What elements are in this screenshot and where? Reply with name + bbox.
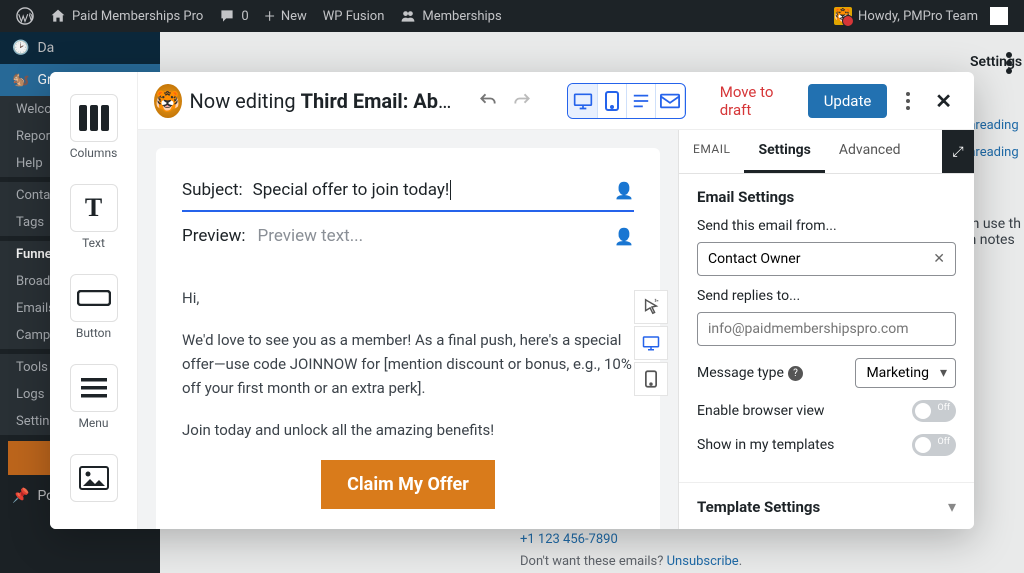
- avatar-thumb: [990, 7, 1008, 25]
- text-icon: T: [70, 184, 118, 232]
- new-content[interactable]: +New: [257, 0, 315, 32]
- tool-mobile[interactable]: [634, 362, 668, 396]
- preview-row[interactable]: Preview: Preview text... 👤: [182, 212, 634, 256]
- howdy-account[interactable]: 🐯 Howdy, PMPro Team: [826, 0, 1016, 32]
- preview-plaintext[interactable]: [627, 84, 656, 118]
- show-templates-toggle[interactable]: [912, 434, 956, 456]
- block-text[interactable]: T Text: [50, 172, 137, 262]
- send-from-value: Contact Owner: [708, 251, 800, 267]
- preview-mobile[interactable]: [598, 84, 627, 118]
- template-settings-section[interactable]: Template Settings ▾: [679, 483, 974, 529]
- preview-input[interactable]: Preview text...: [258, 226, 364, 246]
- preview-send[interactable]: [656, 84, 685, 118]
- move-to-draft[interactable]: Move to draft: [712, 83, 800, 119]
- browser-view-label: Enable browser view: [697, 403, 824, 419]
- more-menu[interactable]: [895, 85, 921, 117]
- image-icon: [70, 454, 118, 502]
- memberships-link[interactable]: Memberships: [392, 0, 509, 32]
- site-name[interactable]: Paid Memberships Pro: [42, 0, 211, 32]
- site-name-text: Paid Memberships Pro: [72, 9, 203, 24]
- settings-panel: EMAIL Settings Advanced ⤢ Email Settings…: [678, 130, 974, 529]
- new-label: New: [281, 9, 307, 24]
- body-greeting: Hi,: [182, 286, 634, 310]
- clear-send-from-icon[interactable]: ✕: [933, 251, 945, 267]
- floating-tools: [634, 290, 668, 396]
- expand-panel-button[interactable]: ⤢: [942, 130, 974, 173]
- button-icon: [70, 274, 118, 322]
- send-from-label: Send this email from...: [697, 218, 956, 234]
- tab-email[interactable]: EMAIL: [679, 130, 744, 173]
- panel-title: Email Settings: [697, 188, 956, 206]
- show-templates-label: Show in my templates: [697, 437, 834, 453]
- tab-settings[interactable]: Settings: [744, 130, 824, 173]
- menu-icon: [70, 364, 118, 412]
- update-button[interactable]: Update: [808, 84, 888, 118]
- app-logo[interactable]: 🐯: [154, 84, 182, 118]
- body-para-1: We'd love to see you as a member! As a f…: [182, 328, 634, 400]
- message-type-label: Message type?: [697, 365, 803, 381]
- personalize-subject-icon[interactable]: 👤: [614, 181, 634, 200]
- block-button[interactable]: Button: [50, 262, 137, 352]
- modal-overlay: Columns T Text Button Menu 🐯 Now editing…: [0, 32, 1024, 573]
- tool-desktop[interactable]: [634, 326, 668, 360]
- block-menu[interactable]: Menu: [50, 352, 137, 442]
- help-icon[interactable]: ?: [788, 366, 803, 381]
- tool-cursor[interactable]: [634, 290, 668, 324]
- avatar-icon: 🐯: [834, 7, 852, 25]
- email-editor-modal: Columns T Text Button Menu 🐯 Now editing…: [50, 72, 974, 529]
- message-type-select[interactable]: Marketing: [855, 358, 956, 388]
- email-body[interactable]: Hi, We'd love to see you as a member! As…: [182, 256, 634, 529]
- close-button[interactable]: ✕: [929, 89, 958, 113]
- cta-button[interactable]: Claim My Offer: [321, 460, 495, 509]
- replies-label: Send replies to...: [697, 288, 956, 304]
- comments[interactable]: 0: [211, 0, 256, 32]
- tab-advanced[interactable]: Advanced: [825, 130, 915, 173]
- body-para-2: Join today and unlock all the amazing be…: [182, 418, 634, 442]
- editor-title: Now editing Third Email: Aba...: [190, 89, 460, 113]
- chevron-down-icon: ▾: [948, 497, 956, 516]
- undo-button[interactable]: [476, 85, 502, 117]
- preview-mode-group: Plain Text Preview: [567, 83, 686, 119]
- email-canvas: Subject: Special offer to join today! 👤 …: [156, 148, 660, 529]
- preview-desktop[interactable]: [568, 84, 597, 118]
- block-columns[interactable]: Columns: [50, 82, 137, 172]
- block-image[interactable]: [50, 442, 137, 514]
- subject-input[interactable]: Special offer to join today!: [253, 180, 604, 200]
- editor-header: 🐯 Now editing Third Email: Aba... Plain …: [138, 72, 974, 130]
- preview-label: Preview:: [182, 226, 246, 246]
- redo-button[interactable]: [509, 85, 535, 117]
- comments-count: 0: [241, 9, 248, 24]
- howdy-text: Howdy, PMPro Team: [858, 9, 978, 24]
- subject-row[interactable]: Subject: Special offer to join today! 👤: [182, 170, 634, 212]
- personalize-preview-icon[interactable]: 👤: [614, 227, 634, 246]
- replies-input[interactable]: [697, 312, 956, 346]
- browser-view-toggle[interactable]: [912, 400, 956, 422]
- blocks-panel: Columns T Text Button Menu: [50, 72, 138, 529]
- subject-label: Subject:: [182, 180, 243, 200]
- columns-icon: [70, 94, 118, 142]
- send-from-input[interactable]: Contact Owner ✕: [697, 242, 956, 276]
- wpfusion-link[interactable]: WP Fusion: [315, 0, 393, 32]
- wp-logo[interactable]: [8, 0, 42, 32]
